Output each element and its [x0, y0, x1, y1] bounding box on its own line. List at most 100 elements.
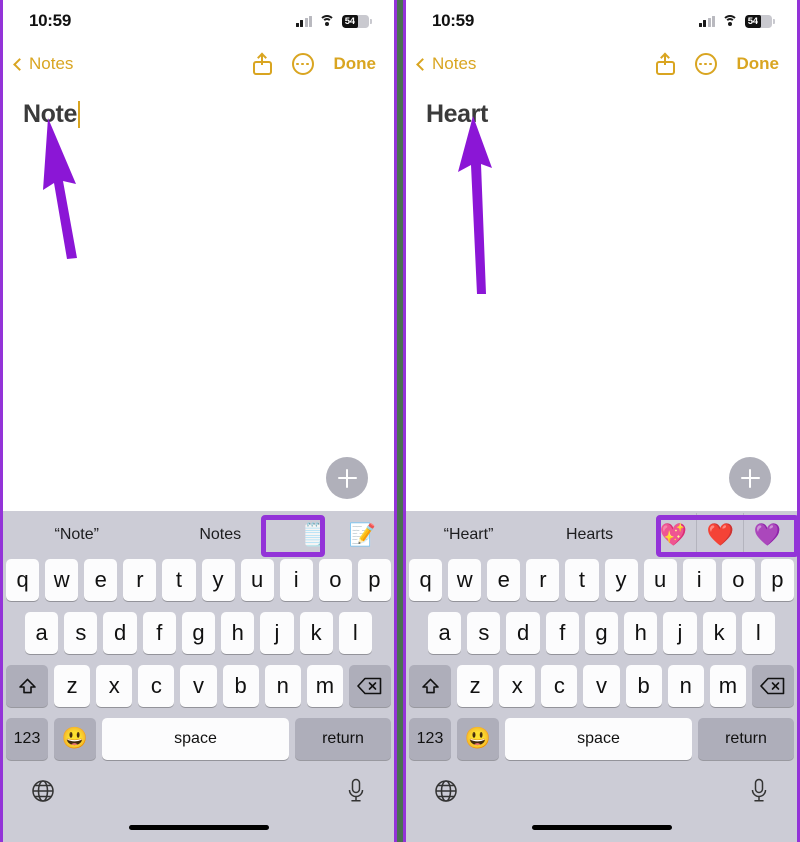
return-key[interactable]: return	[698, 718, 794, 760]
key-w[interactable]: w	[448, 559, 482, 601]
key-r[interactable]: r	[526, 559, 560, 601]
key-d[interactable]: d	[103, 612, 137, 654]
key-s[interactable]: s	[64, 612, 98, 654]
key-z[interactable]: z	[457, 665, 494, 707]
prediction-0-right[interactable]: “Heart”	[408, 526, 529, 544]
share-icon[interactable]	[655, 52, 675, 75]
key-k[interactable]: k	[299, 612, 333, 654]
key-v[interactable]: v	[583, 665, 620, 707]
key-x[interactable]: x	[96, 665, 133, 707]
prediction-1-right[interactable]: Hearts	[529, 526, 650, 544]
key-o[interactable]: o	[318, 559, 352, 601]
note-editor-right[interactable]: Heart	[406, 86, 797, 511]
backspace-key[interactable]	[348, 665, 391, 707]
key-n[interactable]: n	[264, 665, 301, 707]
keyboard-row-1-left: q w e r t y u i o p	[3, 559, 394, 601]
key-v[interactable]: v	[180, 665, 217, 707]
home-indicator-wrap-right	[406, 814, 797, 840]
key-h[interactable]: h	[221, 612, 255, 654]
key-g[interactable]: g	[584, 612, 619, 654]
key-b[interactable]: b	[222, 665, 259, 707]
note-title-text-right: Heart	[426, 100, 488, 128]
note-title-right[interactable]: Heart	[426, 100, 488, 129]
battery-percent-label: 54	[344, 15, 355, 27]
key-e[interactable]: e	[84, 559, 118, 601]
key-a[interactable]: a	[25, 612, 59, 654]
key-g[interactable]: g	[181, 612, 216, 654]
key-m[interactable]: m	[709, 665, 746, 707]
key-e[interactable]: e	[487, 559, 521, 601]
key-c[interactable]: c	[138, 665, 175, 707]
key-l[interactable]: l	[338, 612, 372, 654]
keyboard-row-3-left: z x c v b n m	[3, 665, 394, 707]
more-circle-icon[interactable]	[291, 53, 314, 75]
key-q[interactable]: q	[409, 559, 443, 601]
key-u[interactable]: u	[643, 559, 677, 601]
key-b[interactable]: b	[625, 665, 662, 707]
key-s[interactable]: s	[467, 612, 501, 654]
shift-key[interactable]	[409, 665, 451, 707]
home-indicator[interactable]	[128, 824, 269, 830]
add-note-fab-left[interactable]	[326, 457, 368, 499]
key-i[interactable]: i	[279, 559, 313, 601]
key-t[interactable]: t	[162, 559, 196, 601]
key-l[interactable]: l	[741, 612, 775, 654]
shift-key[interactable]	[6, 665, 48, 707]
nav-bar: Notes Done	[3, 42, 394, 86]
key-i[interactable]: i	[682, 559, 716, 601]
key-u[interactable]: u	[240, 559, 274, 601]
key-f[interactable]: f	[142, 612, 176, 654]
key-h[interactable]: h	[624, 612, 658, 654]
note-editor-left[interactable]: Note	[3, 86, 394, 511]
key-n[interactable]: n	[667, 665, 704, 707]
highlight-box-right	[656, 515, 799, 557]
return-key[interactable]: return	[295, 718, 391, 760]
share-icon[interactable]	[252, 52, 272, 75]
key-k[interactable]: k	[702, 612, 736, 654]
done-button[interactable]: Done	[334, 54, 377, 74]
key-y[interactable]: y	[201, 559, 235, 601]
keyboard-right: “Heart” Hearts 💖 ❤️ 💜 q w e r t y u i o …	[406, 511, 799, 842]
done-button-right[interactable]: Done	[737, 54, 780, 74]
prediction-0-left[interactable]: “Note”	[5, 526, 149, 544]
key-w[interactable]: w	[45, 559, 79, 601]
more-circle-icon[interactable]	[694, 53, 717, 75]
emoji-key[interactable]: 😃	[54, 718, 96, 760]
back-label-right: Notes	[432, 54, 477, 73]
key-y[interactable]: y	[604, 559, 638, 601]
numbers-key[interactable]: 123	[409, 718, 451, 760]
microphone-icon[interactable]	[346, 778, 366, 804]
back-to-notes-button[interactable]: Notes	[13, 54, 73, 74]
backspace-key[interactable]	[751, 665, 794, 707]
numbers-key[interactable]: 123	[6, 718, 48, 760]
key-j[interactable]: j	[663, 612, 697, 654]
space-key[interactable]: space	[505, 718, 692, 760]
key-q[interactable]: q	[6, 559, 40, 601]
home-indicator[interactable]	[531, 824, 672, 830]
key-t[interactable]: t	[565, 559, 599, 601]
key-x[interactable]: x	[499, 665, 536, 707]
key-a[interactable]: a	[428, 612, 462, 654]
key-c[interactable]: c	[541, 665, 578, 707]
status-indicators: 54	[295, 14, 372, 28]
key-z[interactable]: z	[54, 665, 91, 707]
space-key[interactable]: space	[102, 718, 289, 760]
key-j[interactable]: j	[260, 612, 294, 654]
shift-icon	[421, 677, 440, 696]
microphone-icon[interactable]	[749, 778, 769, 804]
key-d[interactable]: d	[506, 612, 540, 654]
key-p[interactable]: p	[357, 559, 391, 601]
globe-icon[interactable]	[31, 779, 55, 803]
key-o[interactable]: o	[721, 559, 755, 601]
key-m[interactable]: m	[306, 665, 343, 707]
emoji-suggestion-1-left[interactable]: 📝	[339, 524, 386, 546]
key-r[interactable]: r	[123, 559, 157, 601]
add-note-fab-right[interactable]	[729, 457, 771, 499]
emoji-key[interactable]: 😃	[457, 718, 499, 760]
key-p[interactable]: p	[760, 559, 794, 601]
screenshot-stage: 10:59 54 Notes Done Note “Note” Notes 🗒️…	[0, 0, 800, 842]
key-f[interactable]: f	[545, 612, 579, 654]
globe-icon[interactable]	[434, 779, 458, 803]
back-to-notes-button-right[interactable]: Notes	[416, 54, 477, 74]
note-title-left[interactable]: Note	[23, 100, 81, 129]
